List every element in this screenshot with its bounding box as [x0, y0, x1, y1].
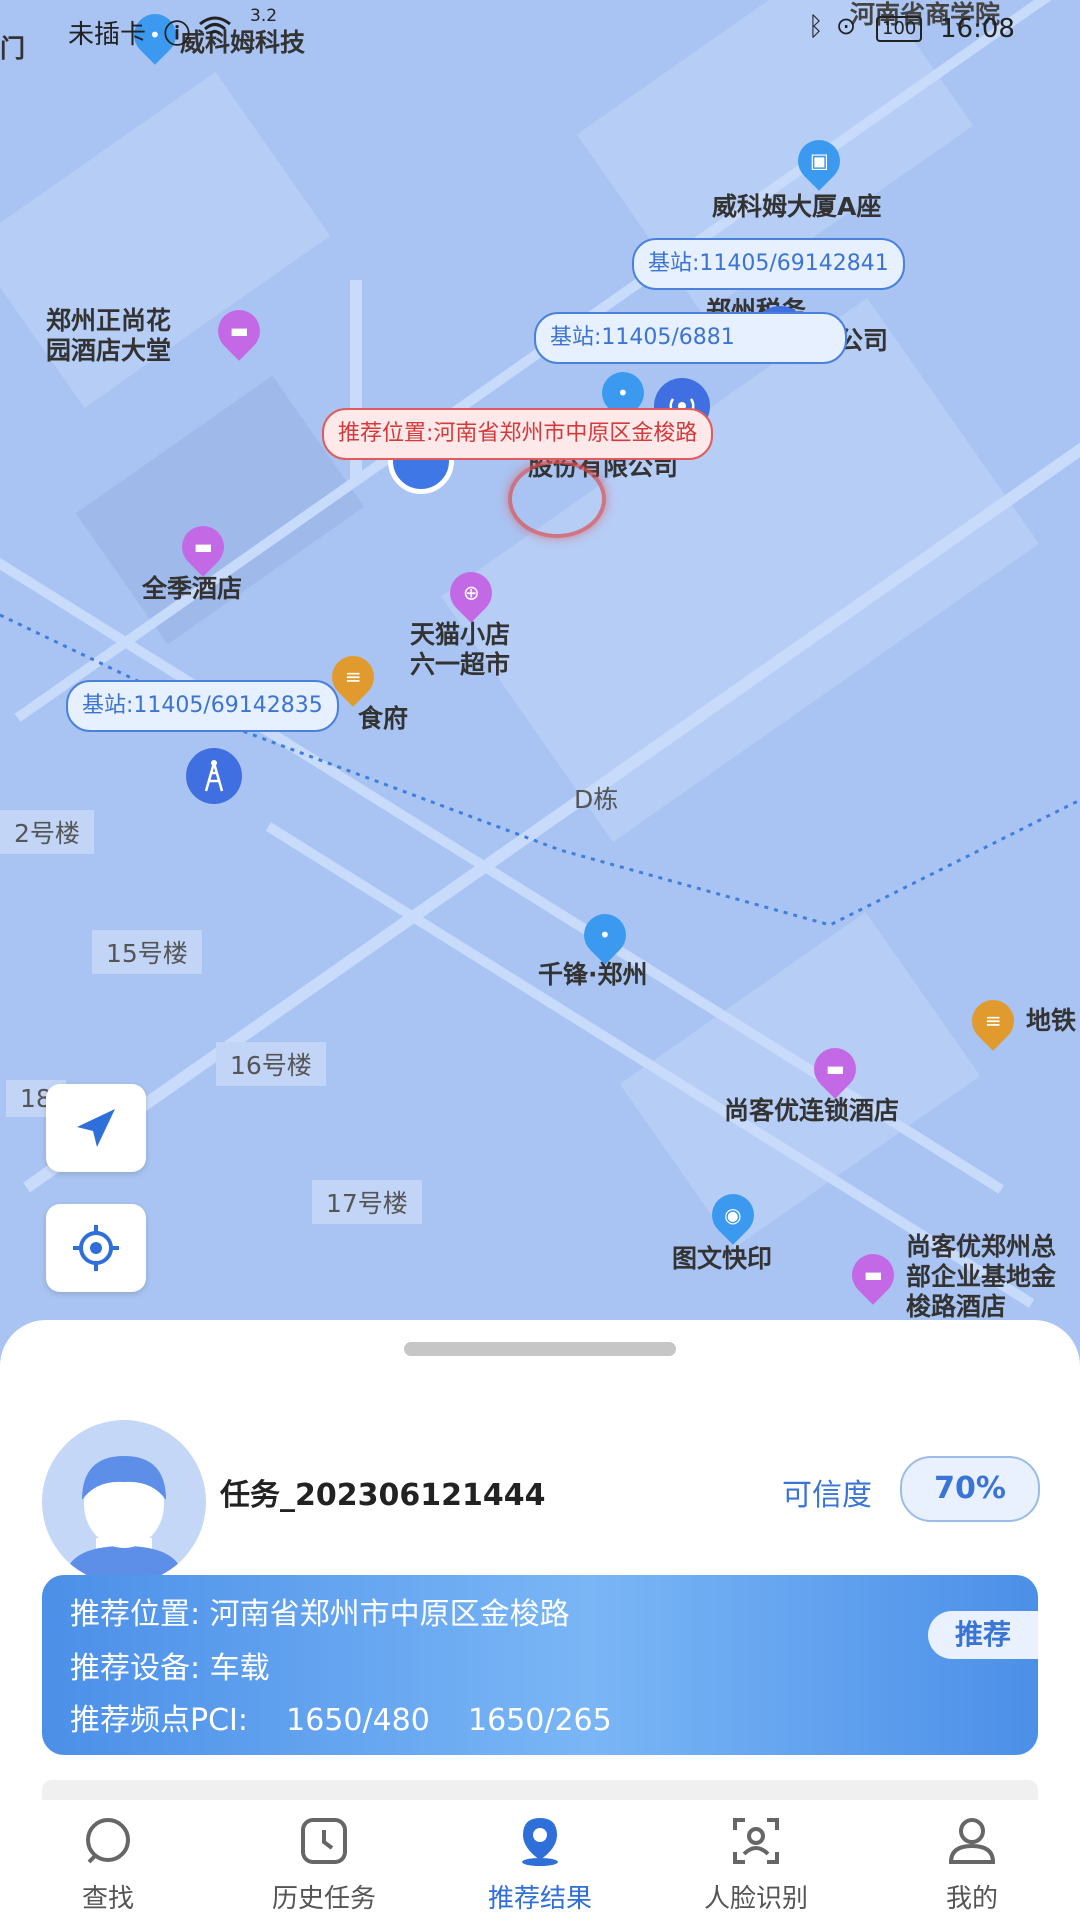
- recommend-badge: 推荐: [928, 1611, 1038, 1659]
- clock-icon: [301, 1818, 347, 1864]
- recommend-device-text: 推荐设备: 车载: [70, 1651, 270, 1686]
- carrier-text: 未插卡: [68, 20, 147, 50]
- location-pin-icon: [522, 1818, 558, 1866]
- boundary-line: [0, 613, 1080, 927]
- building-label: 17号楼: [312, 1180, 422, 1224]
- poi-label: 尚客优连锁酒店: [724, 1096, 900, 1125]
- base-station-tag[interactable]: 基站:11405/69142835: [66, 680, 339, 732]
- net-speed: 3.2: [250, 6, 278, 26]
- wifi-icon: [199, 16, 231, 36]
- base-station-tag[interactable]: 基站:11405/6881: [534, 312, 847, 364]
- bluetooth-icon: ᛒ: [808, 12, 824, 42]
- tab-label: 查找: [81, 1884, 134, 1914]
- poi-label: 图文快印: [672, 1244, 773, 1273]
- navigate-button[interactable]: [46, 1084, 146, 1172]
- building-label: D栋: [574, 785, 619, 814]
- face-scan-icon: [733, 1818, 779, 1864]
- task-title: 任务_202306121444: [220, 1478, 546, 1513]
- next-card-peek: [42, 1780, 1038, 1800]
- building-label: 15号楼: [92, 930, 202, 974]
- search-icon: [86, 1818, 130, 1864]
- base-station-icon[interactable]: [186, 748, 242, 804]
- recommend-location-tag[interactable]: 推荐位置:河南省郑州市中原区金梭路: [322, 408, 714, 460]
- drag-handle[interactable]: [404, 1342, 676, 1356]
- bottom-tab-bar: 查找 历史任务 推荐结果 人脸识别 我的: [0, 1800, 1080, 1920]
- credibility-badge: 70%: [900, 1456, 1040, 1522]
- tab-results[interactable]: 推荐结果: [432, 1800, 648, 1920]
- poi-label: 郑州正尚花 园酒店大堂: [46, 306, 172, 365]
- recommend-pci-text: 推荐频点PCI: 1650/480 1650/265: [70, 1703, 612, 1738]
- recommend-location-text: 推荐位置: 河南省郑州市中原区金梭路: [70, 1597, 570, 1632]
- map-view[interactable]: 威科姆科技 河南省商学院 门 威科姆大厦A座 郑州正尚花 园酒店大堂 郑州税务 …: [0, 0, 1080, 1340]
- status-bar: 未插卡 ⓘ 3.2 ᛒ ⊙ 100 16:08: [0, 0, 1080, 60]
- tab-face-recognition[interactable]: 人脸识别: [648, 1800, 864, 1920]
- tab-label: 我的: [945, 1884, 998, 1914]
- location-icon: ⊙: [836, 12, 857, 40]
- tab-label: 人脸识别: [703, 1884, 808, 1914]
- poi-label: 天猫小店 六一超市: [410, 620, 511, 679]
- recommended-area-circle: [508, 460, 606, 538]
- base-station-tag[interactable]: 基站:11405/69142841: [632, 238, 905, 290]
- tab-label: 推荐结果: [487, 1884, 592, 1914]
- avatar: [42, 1420, 206, 1584]
- person-avatar-icon: [64, 1456, 184, 1584]
- poi-label: 食府: [358, 704, 409, 733]
- battery-icon: 100: [876, 16, 923, 42]
- recommend-info-card[interactable]: 推荐位置: 河南省郑州市中原区金梭路 推荐设备: 车载 推荐频点PCI: 165…: [42, 1575, 1038, 1755]
- poi-label: 全季酒店: [142, 574, 243, 603]
- user-icon: [948, 1818, 996, 1864]
- poi-label: 千锋·郑州: [538, 960, 648, 989]
- poi-label: 威科姆大厦A座: [712, 192, 882, 221]
- tab-search[interactable]: 查找: [0, 1800, 216, 1920]
- building-label: 2号楼: [0, 810, 94, 854]
- locate-me-button[interactable]: [46, 1204, 146, 1292]
- tab-history[interactable]: 历史任务: [216, 1800, 432, 1920]
- sim-alert-icon: ⓘ: [164, 20, 191, 50]
- navigation-arrow-icon: [77, 1109, 115, 1147]
- clock-text: 16:08: [940, 14, 1015, 44]
- tab-profile[interactable]: 我的: [864, 1800, 1080, 1920]
- poi-label: 地铁: [1026, 1006, 1077, 1035]
- tab-label: 历史任务: [271, 1884, 376, 1914]
- credibility-label: 可信度: [782, 1478, 872, 1513]
- poi-label: 尚客优郑州总 部企业基地金 梭路酒店: [906, 1232, 1057, 1321]
- building-label: 16号楼: [216, 1042, 326, 1086]
- crosshair-icon: [73, 1225, 119, 1271]
